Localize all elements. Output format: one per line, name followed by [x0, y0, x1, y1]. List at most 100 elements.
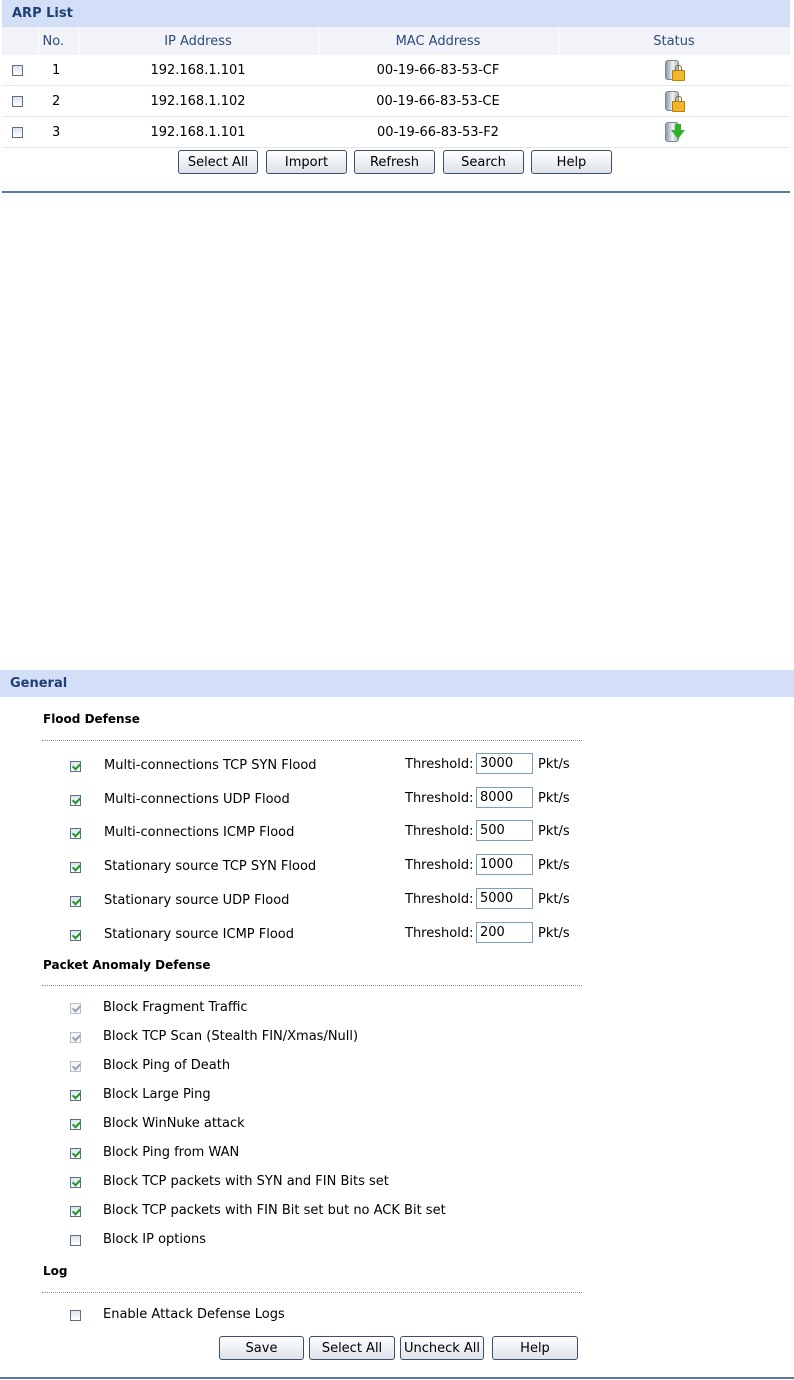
flood-checkbox[interactable] [70, 862, 81, 873]
flood-defense-divider [42, 740, 582, 741]
anomaly-label: Block Ping of Death [103, 1058, 231, 1073]
flood-checkbox[interactable] [70, 795, 81, 806]
imported-arrow-icon [663, 121, 685, 143]
flood-label: Stationary source ICMP Flood [104, 927, 295, 942]
column-header-status: Status [558, 27, 791, 55]
packet-anomaly-divider [42, 985, 582, 986]
anomaly-row: Block Fragment Traffic [0, 998, 794, 1018]
anomaly-row: Block Large Ping [0, 1085, 794, 1105]
threshold-input[interactable] [476, 888, 533, 909]
help-button[interactable]: Help [531, 150, 612, 174]
anomaly-checkbox[interactable] [70, 1032, 81, 1043]
arp-table: No. IP Address MAC Address Status 1 192.… [2, 27, 791, 148]
flood-checkbox[interactable] [70, 896, 81, 907]
anomaly-checkbox[interactable] [70, 1177, 81, 1188]
row-no: 3 [38, 116, 78, 148]
threshold-label: Threshold: [405, 858, 474, 873]
anomaly-row: Block Ping of Death [0, 1056, 794, 1076]
bound-lock-icon [663, 90, 685, 112]
column-header-ip: IP Address [78, 27, 319, 55]
arp-list-title: ARP List [2, 0, 790, 27]
flood-checkbox[interactable] [70, 930, 81, 941]
anomaly-row: Block TCP packets with SYN and FIN Bits … [0, 1172, 794, 1192]
anomaly-label: Block TCP packets with FIN Bit set but n… [103, 1203, 446, 1218]
anomaly-checkbox[interactable] [70, 1148, 81, 1159]
threshold-input[interactable] [476, 787, 533, 808]
anomaly-checkbox[interactable] [70, 1061, 81, 1072]
threshold-label: Threshold: [405, 926, 474, 941]
row-select-cell [2, 116, 38, 148]
row-mac: 00-19-66-83-53-CF [318, 55, 558, 86]
anomaly-row: Block Ping from WAN [0, 1143, 794, 1163]
threshold-input[interactable] [476, 854, 533, 875]
anomaly-row: Block IP options [0, 1230, 794, 1250]
unit-label: Pkt/s [538, 757, 570, 772]
flood-row: Stationary source UDP Flood Threshold: P… [0, 888, 794, 912]
row-mac: 00-19-66-83-53-F2 [318, 116, 558, 148]
flood-row: Multi-connections UDP Flood Threshold: P… [0, 787, 794, 811]
threshold-label: Threshold: [405, 824, 474, 839]
anomaly-checkbox[interactable] [70, 1003, 81, 1014]
anomaly-row: Block TCP Scan (Stealth FIN/Xmas/Null) [0, 1027, 794, 1047]
row-checkbox[interactable] [12, 126, 23, 138]
refresh-button[interactable]: Refresh [354, 150, 435, 174]
arp-panel-divider [2, 191, 790, 193]
anomaly-checkbox[interactable] [70, 1206, 81, 1217]
row-checkbox[interactable] [12, 95, 23, 107]
threshold-input[interactable] [476, 820, 533, 841]
select-column-header [2, 27, 39, 55]
flood-row: Multi-connections ICMP Flood Threshold: … [0, 820, 794, 844]
unit-label: Pkt/s [538, 791, 570, 806]
help-button[interactable]: Help [492, 1336, 578, 1360]
row-ip: 192.168.1.102 [78, 85, 318, 117]
anomaly-checkbox[interactable] [70, 1119, 81, 1130]
row-select-cell [2, 55, 38, 86]
unit-label: Pkt/s [538, 858, 570, 873]
unit-label: Pkt/s [538, 824, 570, 839]
row-ip: 192.168.1.101 [78, 55, 318, 86]
row-no: 1 [38, 55, 78, 86]
bound-lock-icon [663, 59, 685, 81]
anomaly-checkbox[interactable] [70, 1235, 81, 1246]
row-status [558, 85, 790, 117]
log-row: Enable Attack Defense Logs [0, 1305, 794, 1325]
column-header-no: No. [38, 27, 79, 55]
anomaly-label: Block Ping from WAN [103, 1145, 240, 1160]
unit-label: Pkt/s [538, 892, 570, 907]
enable-logs-checkbox[interactable] [70, 1310, 81, 1321]
flood-row: Stationary source TCP SYN Flood Threshol… [0, 854, 794, 878]
log-heading: Log [43, 1264, 68, 1278]
unit-label: Pkt/s [538, 926, 570, 941]
flood-row: Stationary source ICMP Flood Threshold: … [0, 922, 794, 946]
anomaly-label: Block WinNuke attack [103, 1116, 245, 1131]
anomaly-checkbox[interactable] [70, 1090, 81, 1101]
flood-checkbox[interactable] [70, 828, 81, 839]
search-button[interactable]: Search [443, 150, 524, 174]
anomaly-row: Block TCP packets with FIN Bit set but n… [0, 1201, 794, 1221]
anomaly-label: Block Large Ping [103, 1087, 211, 1102]
log-divider [42, 1292, 582, 1293]
select-all-button[interactable]: Select All [309, 1336, 395, 1360]
threshold-input[interactable] [476, 922, 533, 943]
save-button[interactable]: Save [219, 1336, 304, 1360]
column-header-mac: MAC Address [318, 27, 559, 55]
row-checkbox[interactable] [12, 64, 23, 76]
flood-checkbox[interactable] [70, 761, 81, 772]
row-status [558, 55, 790, 86]
uncheck-all-button[interactable]: Uncheck All [400, 1336, 484, 1360]
row-status [558, 116, 790, 148]
flood-label: Stationary source UDP Flood [104, 893, 290, 908]
table-row: 2 192.168.1.102 00-19-66-83-53-CE [2, 85, 790, 117]
flood-label: Multi-connections UDP Flood [104, 792, 290, 807]
threshold-label: Threshold: [405, 757, 474, 772]
flood-label: Stationary source TCP SYN Flood [104, 859, 317, 874]
row-no: 2 [38, 85, 78, 117]
flood-row: Multi-connections TCP SYN Flood Threshol… [0, 753, 794, 777]
flood-label: Multi-connections TCP SYN Flood [104, 758, 317, 773]
row-select-cell [2, 85, 38, 117]
threshold-input[interactable] [476, 753, 533, 774]
table-row: 1 192.168.1.101 00-19-66-83-53-CF [2, 55, 790, 86]
select-all-button[interactable]: Select All [178, 150, 258, 174]
import-button[interactable]: Import [266, 150, 347, 174]
anomaly-label: Block TCP packets with SYN and FIN Bits … [103, 1174, 389, 1189]
